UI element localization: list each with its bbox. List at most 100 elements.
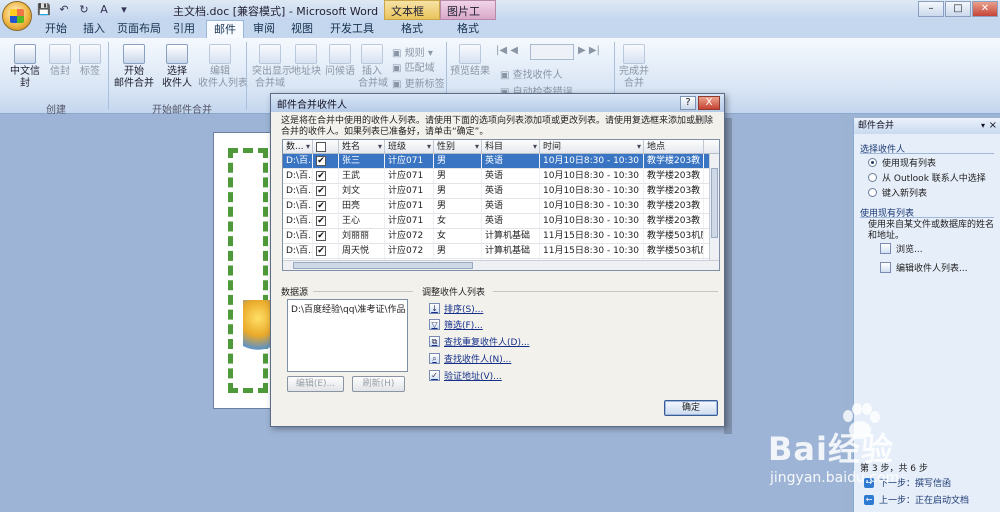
tab-developer[interactable]: 开发工具 [324, 20, 380, 38]
column-header-source[interactable]: 数... [283, 140, 313, 153]
column-header-class[interactable]: 班级 [385, 140, 434, 153]
tab-format-textbox[interactable]: 格式 [386, 20, 438, 38]
row-checkbox[interactable]: ✔ [316, 216, 326, 226]
select-all-checkbox[interactable] [316, 142, 326, 152]
find-recipient-link[interactable]: ⌕ 查找收件人(N)... [429, 352, 511, 365]
sort-link[interactable]: ↓ 排序(S)... [429, 302, 483, 315]
pane-options-icon[interactable]: ▾ [981, 118, 985, 134]
radio-type-new-list[interactable]: 键入新列表 [868, 186, 927, 199]
row-checkbox[interactable]: ✔ [316, 171, 326, 181]
datasource-list[interactable]: D:\百度经验\qq\准考证\作品 [287, 299, 408, 372]
format-painter-icon[interactable]: A [96, 2, 112, 17]
update-labels-button[interactable]: ▣ 更新标签 [392, 75, 445, 90]
edit-recipient-list-link[interactable]: 编辑收件人列表... [880, 261, 968, 274]
radio-outlook-contacts[interactable]: 从 Outlook 联系人中选择 [868, 171, 986, 184]
row-checkbox-cell[interactable]: ✔ [313, 244, 339, 258]
maximize-button[interactable]: □ [945, 1, 971, 17]
row-checkbox[interactable]: ✔ [316, 246, 326, 256]
row-checkbox[interactable]: ✔ [316, 186, 326, 196]
edit-recipient-list-button[interactable]: 编辑 收件人列表 [198, 44, 248, 90]
row-checkbox[interactable]: ✔ [316, 201, 326, 211]
office-button[interactable] [2, 1, 32, 31]
previous-step-link[interactable]: ← 上一步：正在启动文档 [864, 493, 969, 506]
validate-addresses-link[interactable]: ✓ 验证地址(V)... [429, 369, 502, 382]
row-checkbox-cell[interactable]: ✔ [313, 184, 339, 198]
record-number-input[interactable] [530, 44, 574, 60]
undo-icon[interactable]: ↶ [56, 2, 72, 17]
ok-button[interactable]: 确定 [664, 400, 718, 416]
highlight-merge-fields-button[interactable]: 突出显示 合并域 [252, 44, 292, 90]
record-nav-next[interactable]: ▶ ▶| [578, 45, 600, 56]
find-duplicates-link[interactable]: ⧉ 查找重复收件人(D)... [429, 335, 530, 348]
tab-references[interactable]: 引用 [166, 20, 202, 38]
customize-qat-icon[interactable]: ▾ [116, 2, 132, 17]
finish-merge-button[interactable]: 完成并 合并 [618, 44, 650, 90]
row-checkbox-cell[interactable]: ✔ [313, 154, 339, 168]
tab-view[interactable]: 视图 [284, 20, 320, 38]
scroll-thumb[interactable] [293, 262, 473, 269]
table-row[interactable]: D:\百...✔ 周天悦计应072男计算机基础11月15日8:30 - 10:30… [283, 244, 719, 259]
labels-button[interactable]: 标签 [76, 44, 104, 78]
envelope-icon [49, 44, 71, 64]
grid-horizontal-scrollbar[interactable] [283, 260, 719, 270]
column-header-gender[interactable]: 性别 [434, 140, 482, 153]
table-row[interactable]: D:\百...✔ 王心计应071女英语10月10日8:30 - 10:30教学楼2… [283, 214, 719, 229]
cell-gender: 男 [434, 154, 482, 168]
column-header-subject[interactable]: 科目 [482, 140, 540, 153]
radio-icon [868, 173, 877, 182]
row-checkbox-cell[interactable]: ✔ [313, 214, 339, 228]
pane-close-button[interactable]: × [989, 118, 997, 134]
envelopes-button[interactable]: 信封 [46, 44, 74, 78]
minimize-button[interactable]: – [918, 1, 944, 17]
row-checkbox[interactable]: ✔ [316, 231, 326, 241]
table-row[interactable]: D:\百...✔ 王武计应071男英语10月10日8:30 - 10:30教学楼2… [283, 169, 719, 184]
cell-place: 教学楼203教 [644, 154, 704, 168]
match-fields-button[interactable]: ▣ 匹配域 [392, 59, 435, 74]
tab-home[interactable]: 开始 [38, 20, 74, 38]
row-checkbox[interactable]: ✔ [316, 156, 326, 166]
radio-use-existing-list[interactable]: 使用现有列表 [868, 156, 936, 169]
start-mail-merge-button[interactable]: 开始 邮件合并 [114, 44, 154, 90]
tab-insert[interactable]: 插入 [76, 20, 112, 38]
rules-button[interactable]: ▣ 规则 ▾ [392, 44, 433, 59]
row-checkbox-cell[interactable]: ✔ [313, 169, 339, 183]
find-recipient-button[interactable]: ▣ 查找收件人 [500, 66, 563, 81]
tab-mailings[interactable]: 邮件 [206, 20, 244, 38]
edit-datasource-button[interactable]: 编辑(E)... [287, 376, 344, 392]
table-row[interactable]: D:\百...✔ 刘文计应071男英语10月10日8:30 - 10:30教学楼2… [283, 184, 719, 199]
table-row[interactable]: D:\百...✔ 张三计应071男英语10月10日8:30 - 10:30教学楼2… [283, 154, 719, 169]
ribbon-tab-bar: 开始 插入 页面布局 引用 邮件 审阅 视图 开发工具 格式 格式 [0, 20, 1000, 38]
arrow-left-icon: ← [864, 494, 874, 505]
preview-results-button[interactable]: 预览结果 [450, 44, 490, 78]
browse-link[interactable]: 浏览... [880, 242, 923, 255]
address-block-button[interactable]: 地址块 [290, 44, 322, 78]
grid-vertical-scrollbar[interactable] [709, 154, 719, 270]
column-header-place[interactable]: 地点 [644, 140, 704, 153]
redo-icon[interactable]: ↻ [76, 2, 92, 17]
insert-merge-field-button[interactable]: 插入 合并域 [358, 44, 388, 90]
column-header-time[interactable]: 时间 [540, 140, 644, 153]
record-nav[interactable]: |◀ ◀ [496, 45, 518, 56]
column-header-name[interactable]: 姓名 [339, 140, 385, 153]
recipient-grid[interactable]: 数... 姓名 班级 性别 科目 时间 地点 D:\百...✔张三计应071男英… [282, 139, 720, 271]
chinese-envelope-button[interactable]: 中文信封 [6, 44, 44, 90]
row-checkbox-cell[interactable]: ✔ [313, 199, 339, 213]
filter-link[interactable]: ▽ 筛选(F)... [429, 318, 483, 331]
close-dialog-button[interactable]: X [698, 96, 720, 110]
quick-access-toolbar: 💾 ↶ ↻ A ▾ [36, 2, 132, 17]
refresh-button[interactable]: 刷新(H) [352, 376, 405, 392]
scroll-thumb[interactable] [711, 168, 718, 238]
table-row[interactable]: D:\百...✔ 田亮计应071男英语10月10日8:30 - 10:30教学楼2… [283, 199, 719, 214]
save-icon[interactable]: 💾 [36, 2, 52, 17]
finish-merge-icon [623, 44, 645, 64]
tab-page-layout[interactable]: 页面布局 [114, 20, 164, 38]
row-checkbox-cell[interactable]: ✔ [313, 229, 339, 243]
tab-format-picture[interactable]: 格式 [442, 20, 494, 38]
greeting-line-button[interactable]: 问候语 [324, 44, 356, 78]
table-row[interactable]: D:\百...✔ 刘丽丽计应072女计算机基础11月15日8:30 - 10:30… [283, 229, 719, 244]
select-recipients-button[interactable]: 选择 收件人 [158, 44, 196, 90]
close-window-button[interactable]: ✕ [972, 1, 998, 17]
help-button[interactable]: ? [680, 96, 696, 110]
column-header-check[interactable] [313, 140, 339, 153]
tab-review[interactable]: 审阅 [246, 20, 282, 38]
